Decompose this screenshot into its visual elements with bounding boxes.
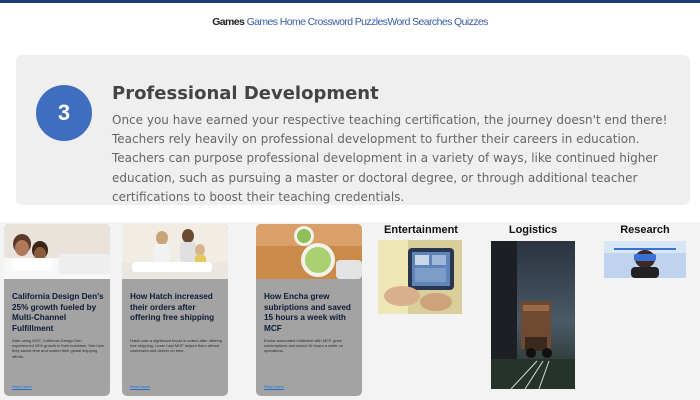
- case-study-read-more-link[interactable]: Read more: [130, 384, 150, 389]
- lower-content-area: California Design Den's 25% growth fuele…: [0, 222, 700, 400]
- category-title-entertainment: Entertainment: [384, 224, 458, 236]
- nav-link-games-home[interactable]: Games Home: [247, 16, 306, 28]
- section-title: Professional Development: [112, 83, 379, 104]
- case-study-card-california-design-den[interactable]: California Design Den's 25% growth fuele…: [4, 224, 110, 396]
- nav-link-word-searches[interactable]: Word Searches: [387, 16, 452, 28]
- case-study-card-encha[interactable]: How Encha grew subriptions and saved 15 …: [256, 224, 362, 396]
- case-study-read-more-link[interactable]: Read more: [12, 384, 32, 389]
- case-study-image-family-in-bed: [4, 224, 110, 279]
- step-number-badge: 3: [36, 85, 92, 141]
- category-image-person-with-vr-headset[interactable]: [604, 241, 686, 278]
- nav-section-label: Games: [212, 16, 245, 28]
- case-study-description: Encha automated fulfillment with MCF, gr…: [264, 338, 343, 354]
- nav-link-quizzes[interactable]: Quizzes: [454, 16, 488, 28]
- section-body: Once you have earned your respective tea…: [112, 113, 668, 204]
- top-nav: Games Games Home Crossword PuzzlesWord S…: [0, 16, 700, 28]
- category-image-tablet-in-hands[interactable]: [378, 240, 462, 314]
- case-study-title: How Encha grew subriptions and saved 15 …: [264, 292, 351, 333]
- case-study-title: California Design Den's 25% growth fuele…: [12, 292, 104, 333]
- case-study-card-hatch[interactable]: How Hatch increased their orders after o…: [122, 224, 228, 396]
- case-study-title: How Hatch increased their orders after o…: [130, 292, 215, 322]
- category-image-truck-at-night[interactable]: [491, 241, 575, 389]
- category-title-research: Research: [620, 224, 670, 236]
- case-study-image-family-on-couch: [122, 224, 228, 279]
- case-study-image-matcha-tea: [256, 224, 362, 279]
- case-study-description: After using MCF, California Design Den e…: [12, 338, 104, 359]
- nav-link-crossword-puzzles[interactable]: Crossword Puzzles: [308, 16, 388, 28]
- category-title-logistics: Logistics: [508, 224, 558, 236]
- case-study-description: Hatch saw a significant boost in orders …: [130, 338, 222, 354]
- top-accent-line: [0, 0, 700, 3]
- professional-development-card: 3 Professional Development Once you have…: [16, 55, 690, 205]
- case-study-read-more-link[interactable]: Read more: [264, 384, 284, 389]
